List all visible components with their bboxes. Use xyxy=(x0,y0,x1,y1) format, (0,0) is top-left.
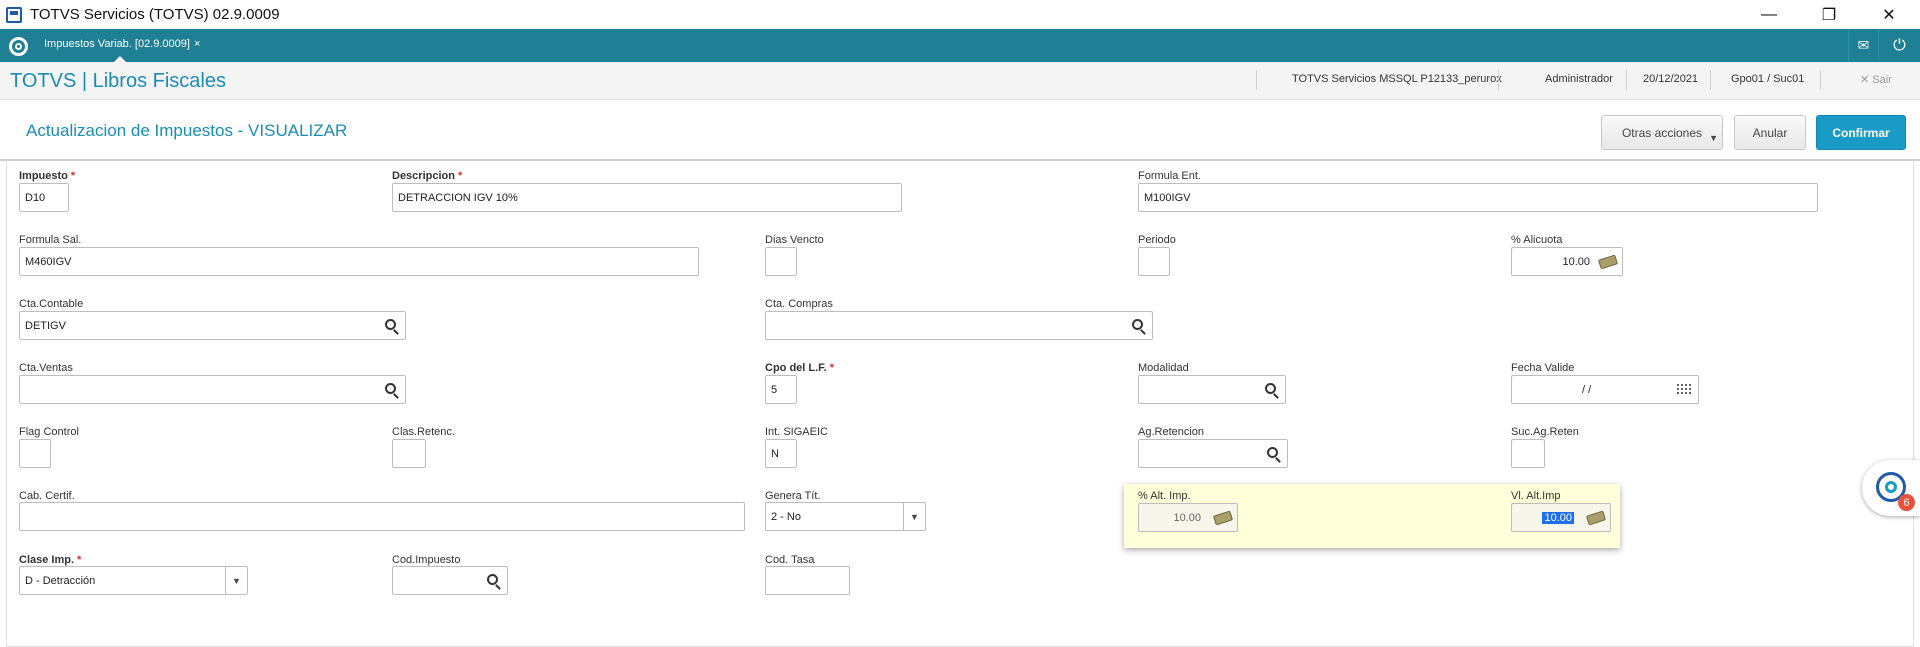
ag-retencion-label: Ag.Retencion xyxy=(1138,426,1205,438)
modalidad-label: Modalidad xyxy=(1138,362,1189,374)
alicuota-label: % Alicuota xyxy=(1511,234,1563,246)
search-icon[interactable] xyxy=(377,312,405,339)
suc-ag-reten-label: Suc.Ag.Reten xyxy=(1511,426,1579,438)
search-icon[interactable] xyxy=(377,376,405,403)
cta-ventas-label: Cta.Ventas xyxy=(19,362,73,374)
divider xyxy=(1626,70,1627,90)
search-icon[interactable] xyxy=(1124,312,1152,339)
tab-close-icon[interactable]: × xyxy=(194,38,200,50)
calendar-icon[interactable] xyxy=(1670,376,1698,403)
exit-button[interactable]: ✕ Sair xyxy=(1860,73,1892,86)
periodo-label: Periodo xyxy=(1138,234,1176,246)
close-window-button[interactable]: ✕ xyxy=(1866,0,1912,29)
window-title: TOTVS Servicios (TOTVS) 02.9.0009 xyxy=(30,6,280,23)
money-icon[interactable] xyxy=(1209,504,1237,531)
vl-alt-imp-label: Vl. Alt.Imp xyxy=(1511,490,1561,502)
cta-contable-label: Cta.Contable xyxy=(19,298,84,310)
chat-widget[interactable]: 6 xyxy=(1862,460,1920,516)
alt-imp-input[interactable]: 10.00 xyxy=(1138,503,1238,532)
other-actions-button[interactable]: Otras acciones ▼ xyxy=(1601,115,1723,150)
other-actions-label: Otras acciones xyxy=(1621,125,1703,140)
minimize-button[interactable]: — xyxy=(1746,0,1792,29)
module-header: TOTVS | Libros Fiscales TOTVS Servicios … xyxy=(0,62,1920,100)
form-panel xyxy=(6,161,1914,647)
descripcion-label: Descripcion * xyxy=(392,170,463,182)
chevron-down-icon: ▼ xyxy=(1709,133,1718,143)
restore-button[interactable]: ❐ xyxy=(1806,0,1852,29)
money-icon[interactable] xyxy=(1594,248,1622,275)
confirm-button[interactable]: Confirmar xyxy=(1816,115,1906,150)
chevron-down-icon[interactable]: ▼ xyxy=(225,567,247,594)
cta-compras-label: Cta. Compras xyxy=(765,298,833,310)
page-header: Actualizacion de Impuestos - VISUALIZAR … xyxy=(0,101,1920,161)
divider xyxy=(1256,70,1257,90)
dias-vencto-label: Dias Vencto xyxy=(765,234,824,246)
clas-retenc-input[interactable] xyxy=(392,439,426,468)
int-sigaeic-label: Int. SIGAEIC xyxy=(765,426,828,438)
modalidad-input[interactable] xyxy=(1138,375,1286,404)
divider xyxy=(1498,70,1499,90)
search-icon[interactable] xyxy=(479,567,507,594)
money-icon[interactable] xyxy=(1582,504,1610,531)
ag-retencion-input[interactable] xyxy=(1138,439,1288,468)
search-icon[interactable] xyxy=(1257,376,1285,403)
cta-contable-input[interactable]: DETIGV xyxy=(19,311,406,340)
cod-tasa-input[interactable] xyxy=(765,566,850,595)
cta-compras-input[interactable] xyxy=(765,311,1153,340)
branch-info: Gpo01 / Suc01 xyxy=(1731,73,1805,85)
power-icon[interactable]: ⏻ xyxy=(1878,29,1920,62)
divider xyxy=(1710,70,1711,90)
fecha-valide-label: Fecha Valide xyxy=(1511,362,1575,374)
tab-label: Impuestos Variab. [02.9.0009] xyxy=(44,38,190,50)
formula-ent-input[interactable]: M100IGV xyxy=(1138,183,1818,212)
cod-tasa-label: Cod. Tasa xyxy=(765,554,815,566)
tab-bar: Impuestos Variab. [02.9.0009] × ✉ ⏻ xyxy=(0,29,1920,62)
user-info: Administrador xyxy=(1545,73,1613,85)
int-sigaeic-input[interactable]: N xyxy=(765,439,797,468)
app-icon xyxy=(6,6,22,23)
module-brand: TOTVS | Libros Fiscales xyxy=(10,70,226,92)
cancel-button[interactable]: Anular xyxy=(1734,115,1806,150)
server-info: TOTVS Servicios MSSQL P12133_perurox xyxy=(1292,73,1502,85)
cab-certif-label: Cab. Certif. xyxy=(19,490,75,502)
genera-tit-label: Genera Tít. xyxy=(765,490,821,502)
cta-ventas-input[interactable] xyxy=(19,375,406,404)
cpo-lf-label: Cpo del L.F. * xyxy=(765,362,835,374)
formula-sal-label: Formula Sal. xyxy=(19,234,82,246)
date-info: 20/12/2021 xyxy=(1643,73,1699,85)
cod-impuesto-input[interactable] xyxy=(392,566,508,595)
cab-certif-input[interactable] xyxy=(19,502,745,531)
vl-alt-imp-input[interactable]: 10.00 xyxy=(1511,503,1611,532)
chevron-down-icon[interactable]: ▼ xyxy=(903,503,925,530)
impuesto-label: Impuesto * xyxy=(19,170,76,182)
flag-control-input[interactable] xyxy=(19,439,51,468)
alt-imp-label: % Alt. Imp. xyxy=(1138,490,1191,502)
flag-control-label: Flag Control xyxy=(19,426,79,438)
impuesto-input[interactable]: D10 xyxy=(19,183,69,212)
periodo-input[interactable] xyxy=(1138,247,1170,276)
fecha-valide-input[interactable]: / / xyxy=(1511,375,1699,404)
page-title: Actualizacion de Impuestos - VISUALIZAR xyxy=(26,121,348,140)
alicuota-input[interactable]: 10.00 xyxy=(1511,247,1623,276)
clas-retenc-label: Clas.Retenc. xyxy=(392,426,455,438)
dias-vencto-input[interactable] xyxy=(765,247,797,276)
mail-icon[interactable]: ✉ xyxy=(1848,29,1878,62)
formula-sal-input[interactable]: M460IGV xyxy=(19,247,699,276)
descripcion-input[interactable]: DETRACCION IGV 10% xyxy=(392,183,902,212)
cpo-lf-input[interactable]: 5 xyxy=(765,375,797,404)
suc-ag-reten-input[interactable] xyxy=(1511,439,1545,468)
divider xyxy=(1820,70,1821,90)
genera-tit-select[interactable]: 2 - No ▼ xyxy=(765,502,926,531)
clase-imp-label: Clase Imp. * xyxy=(19,554,82,566)
cod-impuesto-label: Cod.Impuesto xyxy=(392,554,461,566)
clase-imp-select[interactable]: D - Detracción ▼ xyxy=(19,566,248,595)
notification-badge: 6 xyxy=(1898,494,1915,511)
window-titlebar: TOTVS Servicios (TOTVS) 02.9.0009 — ❐ ✕ xyxy=(0,0,1920,29)
totvs-logo-icon[interactable] xyxy=(9,37,28,56)
tab-impuestos-variab[interactable]: Impuestos Variab. [02.9.0009] × xyxy=(36,29,204,62)
formula-ent-label: Formula Ent. xyxy=(1138,170,1201,182)
search-icon[interactable] xyxy=(1259,440,1287,467)
